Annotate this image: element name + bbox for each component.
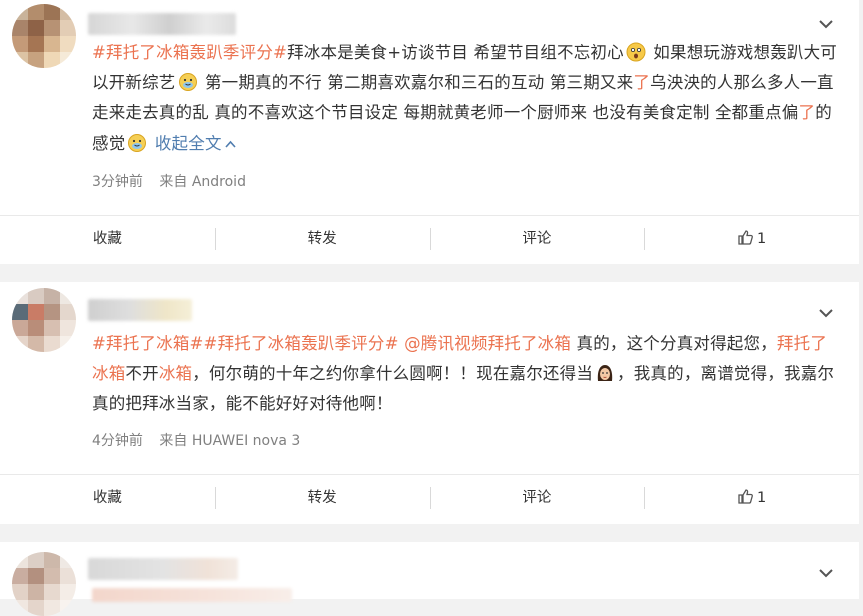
- comment-button[interactable]: 评论: [429, 216, 645, 262]
- source-prefix: 来自: [159, 433, 188, 449]
- topic-link[interactable]: #拜托了冰箱##拜托了冰箱轰趴季评分#: [92, 334, 399, 353]
- thumbs-up-icon: [737, 478, 754, 524]
- text-span: 拜冰本是美食+访谈节目 希望节目组不忘初心: [287, 43, 624, 62]
- post-time[interactable]: 4分钟前: [92, 433, 143, 449]
- surprised-face-icon: [626, 42, 646, 62]
- like-button[interactable]: 1: [644, 216, 859, 262]
- text-span: ，何尔萌的十年之约你拿什么圆啊！！现在嘉尔还得当: [192, 364, 594, 383]
- source-device[interactable]: Android: [192, 174, 246, 190]
- avatar[interactable]: [12, 288, 76, 352]
- chevron-up-icon[interactable]: [225, 128, 236, 158]
- avatar-blur: [12, 552, 76, 616]
- source-prefix: 来自: [159, 174, 188, 190]
- girl-face-icon: [595, 363, 615, 383]
- favorite-button[interactable]: 收藏: [0, 216, 215, 262]
- collapse-text-link[interactable]: 收起全文: [149, 134, 222, 153]
- favorite-button[interactable]: 收藏: [0, 475, 215, 521]
- topic-link[interactable]: #拜托了冰箱轰趴季评分#: [92, 43, 287, 62]
- like-count: 1: [757, 490, 767, 506]
- username-blurred[interactable]: [88, 558, 238, 580]
- post-card: [0, 542, 859, 616]
- post-card: #拜托了冰箱##拜托了冰箱轰趴季评分# @腾讯视频拜托了冰箱 真的，这个分真对得…: [0, 282, 859, 524]
- avatar-blur: [12, 4, 76, 68]
- chevron-down-icon[interactable]: [817, 15, 835, 33]
- topic-link[interactable]: 冰箱: [159, 364, 192, 383]
- avatar[interactable]: [12, 552, 76, 616]
- action-bar: 收藏 转发 评论 1: [0, 215, 859, 262]
- action-bar: 收藏 转发 评论 1: [0, 474, 859, 521]
- repost-button[interactable]: 转发: [214, 475, 430, 521]
- username-blurred[interactable]: [88, 299, 192, 321]
- text-span: 真的，这个分真对得起您，: [571, 334, 777, 353]
- comment-button[interactable]: 评论: [429, 475, 645, 521]
- repost-button[interactable]: 转发: [214, 216, 430, 262]
- source-device[interactable]: HUAWEI nova 3: [192, 433, 301, 449]
- topic-link[interactable]: 拜托了冰箱: [488, 334, 572, 353]
- thumbs-up-icon: [737, 219, 754, 265]
- like-button[interactable]: 1: [644, 475, 859, 521]
- post-meta: 3分钟前 来自 Android: [92, 171, 246, 191]
- post-text: #拜托了冰箱##拜托了冰箱轰趴季评分# @腾讯视频拜托了冰箱 真的，这个分真对得…: [92, 329, 839, 419]
- doge-face-icon: [127, 133, 147, 153]
- avatar[interactable]: [12, 4, 76, 68]
- post-text: #拜托了冰箱轰趴季评分#拜冰本是美食+访谈节目 希望节目组不忘初心 如果想玩游戏…: [92, 38, 839, 159]
- like-count: 1: [757, 231, 767, 247]
- post-time[interactable]: 3分钟前: [92, 174, 143, 190]
- chevron-down-icon[interactable]: [817, 304, 835, 322]
- post-card: #拜托了冰箱轰趴季评分#拜冰本是美食+访谈节目 希望节目组不忘初心 如果想玩游戏…: [0, 0, 859, 264]
- avatar-blur: [12, 288, 76, 352]
- topic-link[interactable]: 了: [633, 73, 650, 92]
- topic-link[interactable]: 了: [798, 103, 815, 122]
- doge-face-icon: [178, 72, 198, 92]
- chevron-down-icon[interactable]: [817, 564, 835, 582]
- post-text-cut-off: [92, 588, 292, 602]
- text-span: 不开: [125, 364, 159, 383]
- topic-link[interactable]: @腾讯视频: [404, 334, 488, 353]
- post-meta: 4分钟前 来自 HUAWEI nova 3: [92, 430, 300, 450]
- text-span: 第一期真的不行 第二期喜欢嘉尔和三石的互动 第三期又来: [199, 73, 634, 92]
- username-blurred[interactable]: [88, 13, 236, 35]
